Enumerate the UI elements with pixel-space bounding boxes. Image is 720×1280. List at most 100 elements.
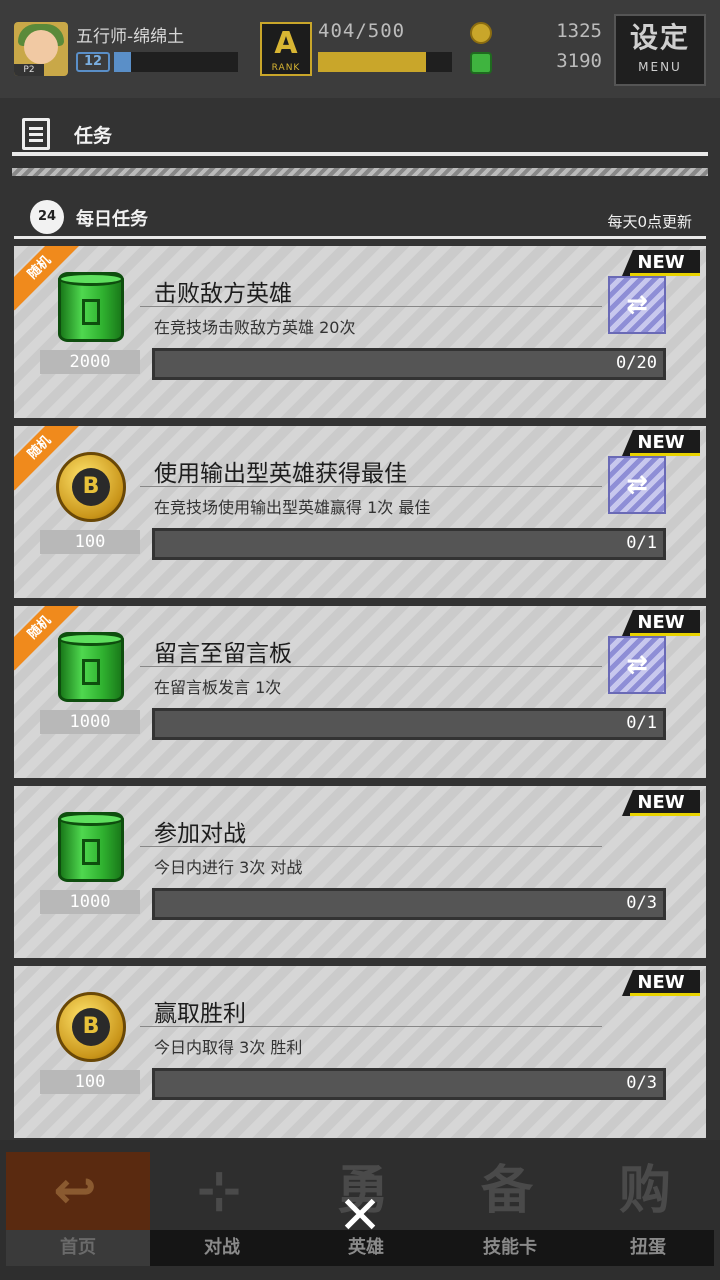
daily-divider — [14, 236, 706, 239]
nav-battle-label: 对战 — [150, 1230, 294, 1266]
gold-coin-icon: B — [56, 992, 126, 1062]
task-card[interactable]: 随机 NEW 2000 击败敌方英雄 在竞技场击败敌方英雄 20次 0/20 ⇄ — [14, 246, 706, 418]
cards-icon: 备 — [480, 1161, 539, 1221]
rank-progress-text: 404/500 — [318, 20, 406, 42]
nav-gacha-label: 扭蛋 — [582, 1230, 714, 1266]
can-mark — [82, 299, 100, 325]
gold-coin-icon — [470, 22, 492, 44]
close-icon[interactable]: ✕ — [332, 1188, 388, 1244]
task-card[interactable]: NEW 1000 参加对战今日内进行 3次 对战 0/3 — [14, 786, 706, 958]
new-badge: NEW — [622, 610, 700, 636]
rank-icon: A RANK — [260, 22, 312, 76]
title-stripe — [12, 168, 708, 176]
menu-button[interactable]: 设定 MENU — [614, 14, 706, 86]
home-icon: ↩ — [6, 1152, 150, 1230]
task-progress-text: 0/3 — [626, 893, 657, 913]
task-progress-text: 0/20 — [616, 353, 657, 373]
swap-task-button[interactable]: ⇄ — [608, 636, 666, 694]
task-progress-bar: 0/20 — [152, 348, 666, 380]
swap-task-button[interactable]: ⇄ — [608, 456, 666, 514]
reward-amount: 100 — [40, 1070, 140, 1094]
exp-bar-fill — [114, 52, 132, 72]
can-rim — [58, 812, 124, 826]
task-description: 在竞技场击败敌方英雄 20次 — [154, 318, 356, 337]
new-badge-label: NEW — [637, 972, 685, 993]
menu-button-sub: MENU — [638, 60, 682, 74]
swap-task-button[interactable]: ⇄ — [608, 276, 666, 334]
task-progress-bar: 0/3 — [152, 888, 666, 920]
green-gem-can-icon — [58, 812, 124, 882]
reward-amount: 2000 — [40, 350, 140, 374]
task-progress-text: 0/3 — [626, 1073, 657, 1093]
avatar-face — [24, 30, 58, 64]
task-name: 击败敌方英雄 — [154, 281, 292, 307]
rank-progress-fill — [318, 52, 427, 72]
menu-button-label: 设定 — [629, 21, 690, 54]
task-description: 在竞技场使用输出型英雄赢得 1次 最佳 — [154, 498, 431, 517]
green-gem-icon — [470, 52, 492, 74]
title-divider — [12, 152, 708, 156]
task-description: 今日内进行 3次 对战 — [154, 858, 303, 877]
player-avatar[interactable]: P2 — [14, 22, 68, 76]
nav-home-label: 首页 — [6, 1230, 150, 1266]
task-progress-bar: 0/3 — [152, 1068, 666, 1100]
task-divider — [140, 306, 602, 307]
green-gem-can-icon — [58, 272, 124, 342]
coin-mark: B — [72, 1008, 110, 1046]
task-card[interactable]: NEW B 100 赢取胜利 今日内取得 3次 胜利 0/3 — [14, 966, 706, 1138]
new-badge-underline — [630, 993, 700, 996]
task-divider — [140, 846, 602, 847]
nav-home[interactable]: ↩ 首页 — [6, 1148, 150, 1270]
panel-title: 任务 — [74, 125, 113, 147]
swap-icon: ⇄ — [626, 290, 648, 320]
player-level-badge: 12 — [76, 52, 110, 72]
task-progress-text: 0/1 — [626, 533, 657, 553]
task-progress-bar: 0/1 — [152, 708, 666, 740]
task-progress-text: 0/1 — [626, 713, 657, 733]
new-badge-underline — [630, 813, 700, 816]
coin-mark: B — [72, 468, 110, 506]
gold-coin-icon: B — [56, 452, 126, 522]
coin-count: 1325 — [556, 20, 602, 42]
task-card[interactable]: 随机 NEW 1000 留言至留言板 在留言板发言 1次 0/1 ⇄ — [14, 606, 706, 778]
new-badge: NEW — [622, 790, 700, 816]
green-gem-can-icon — [58, 632, 124, 702]
reward-amount: 1000 — [40, 890, 140, 914]
player-name: 五行师-绵绵土 — [76, 27, 185, 47]
nav-skill-cards-label: 技能卡 — [438, 1230, 582, 1266]
document-icon — [22, 118, 50, 150]
daily-tasks-title: 每日任务 — [76, 209, 148, 230]
task-card[interactable]: 随机 NEW B 100 使用输出型英雄获得最佳 在竞技场使用输出型英雄赢得 1次 最佳 0… — [14, 426, 706, 598]
avatar-tag: P2 — [14, 64, 44, 76]
new-badge-label: NEW — [637, 252, 685, 273]
rank-progress-bar — [318, 52, 452, 72]
new-badge-label: NEW — [637, 612, 685, 633]
can-rim — [58, 272, 124, 286]
new-badge-label: NEW — [637, 432, 685, 453]
nav-skill-cards[interactable]: 备 技能卡 — [438, 1148, 582, 1270]
gem-count: 3190 — [556, 50, 602, 72]
swap-icon: ⇄ — [626, 650, 648, 680]
nav-gacha[interactable]: 购 扭蛋 — [582, 1148, 714, 1270]
can-rim — [58, 632, 124, 646]
rank-word: RANK — [271, 63, 301, 73]
task-divider — [140, 666, 602, 667]
task-divider — [140, 1026, 602, 1027]
daily-24h-icon: 24 — [30, 200, 64, 234]
gamepad-icon: ⊹ — [197, 1161, 247, 1221]
nav-battle[interactable]: ⊹ 对战 — [150, 1148, 294, 1270]
refresh-note: 每天0点更新 — [607, 213, 692, 231]
task-name: 参加对战 — [154, 821, 246, 847]
gacha-icon: 购 — [618, 1161, 677, 1221]
can-mark — [82, 659, 100, 685]
rank-letter: A — [274, 26, 298, 61]
task-progress-bar: 0/1 — [152, 528, 666, 560]
reward-amount: 100 — [40, 530, 140, 554]
new-badge: NEW — [622, 430, 700, 456]
status-bar: P2 五行师-绵绵土 12 A RANK 404/500 1325 3190 设… — [0, 0, 720, 98]
task-name: 留言至留言板 — [154, 641, 292, 667]
reward-amount: 1000 — [40, 710, 140, 734]
new-badge-label: NEW — [637, 792, 685, 813]
task-name: 使用输出型英雄获得最佳 — [154, 461, 407, 487]
new-badge: NEW — [622, 970, 700, 996]
